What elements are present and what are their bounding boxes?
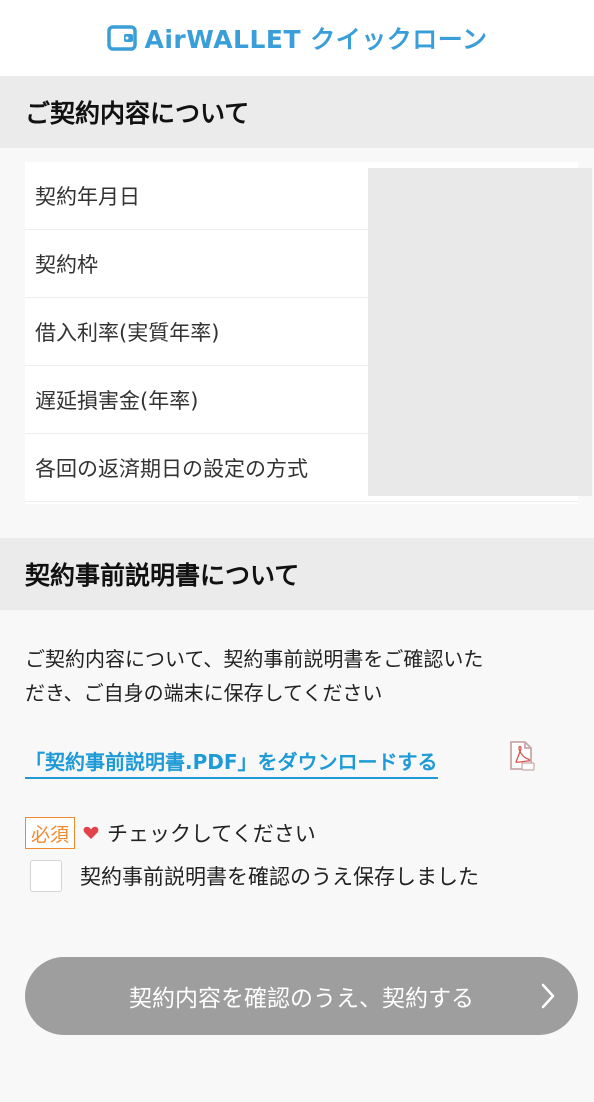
download-pdf-link[interactable]: 「契約事前説明書.PDF」をダウンロードする <box>25 746 438 779</box>
row-label: 契約年月日 <box>35 184 140 209</box>
confirm-saved-checkbox[interactable] <box>30 860 62 892</box>
explanation-description: ご契約内容について、契約事前説明書をご確認いた だき、ご自身の端末に保存してくだ… <box>25 642 565 710</box>
required-badge: 必須 <box>25 817 76 849</box>
confirm-saved-checkbox-row[interactable]: 契約事前説明書を確認のうえ保存しました <box>30 860 479 892</box>
chevron-right-icon <box>541 983 555 1009</box>
checkbox-label[interactable]: 契約事前説明書を確認のうえ保存しました <box>80 861 479 891</box>
description-line: ご契約内容について、契約事前説明書をご確認いた <box>25 647 484 671</box>
contract-details-table: 契約年月日 契約枠 借入利率(実質年率) 遅延損害金(年率) 各回の返済期日の設… <box>25 162 592 504</box>
logo-text: AirWALLET クイックローン <box>144 25 488 54</box>
check-prompt: チェックしてください <box>107 822 316 846</box>
row-label: 契約枠 <box>35 252 98 277</box>
pdf-file-icon[interactable] <box>508 740 536 772</box>
redacted-values <box>368 168 592 496</box>
contract-section-title: ご契約内容について <box>0 76 594 148</box>
submit-label: 契約内容を確認のうえ、契約する <box>129 986 474 1012</box>
heart-icon <box>83 826 99 839</box>
wallet-icon <box>106 25 137 51</box>
airwallet-logo: AirWALLET クイックローン <box>106 20 488 56</box>
submit-contract-button[interactable]: 契約内容を確認のうえ、契約する <box>25 957 578 1035</box>
description-line: だき、ご自身の端末に保存してください <box>25 681 383 705</box>
explanation-section-title: 契約事前説明書について <box>0 538 594 610</box>
row-label: 各回の返済期日の設定の方式 <box>35 456 308 481</box>
row-label: 借入利率(実質年率) <box>35 320 220 345</box>
row-label: 遅延損害金(年率) <box>35 388 199 413</box>
app-header: AirWALLET クイックローン <box>0 0 594 76</box>
required-check-row: 必須 チェックしてください <box>25 815 316 851</box>
